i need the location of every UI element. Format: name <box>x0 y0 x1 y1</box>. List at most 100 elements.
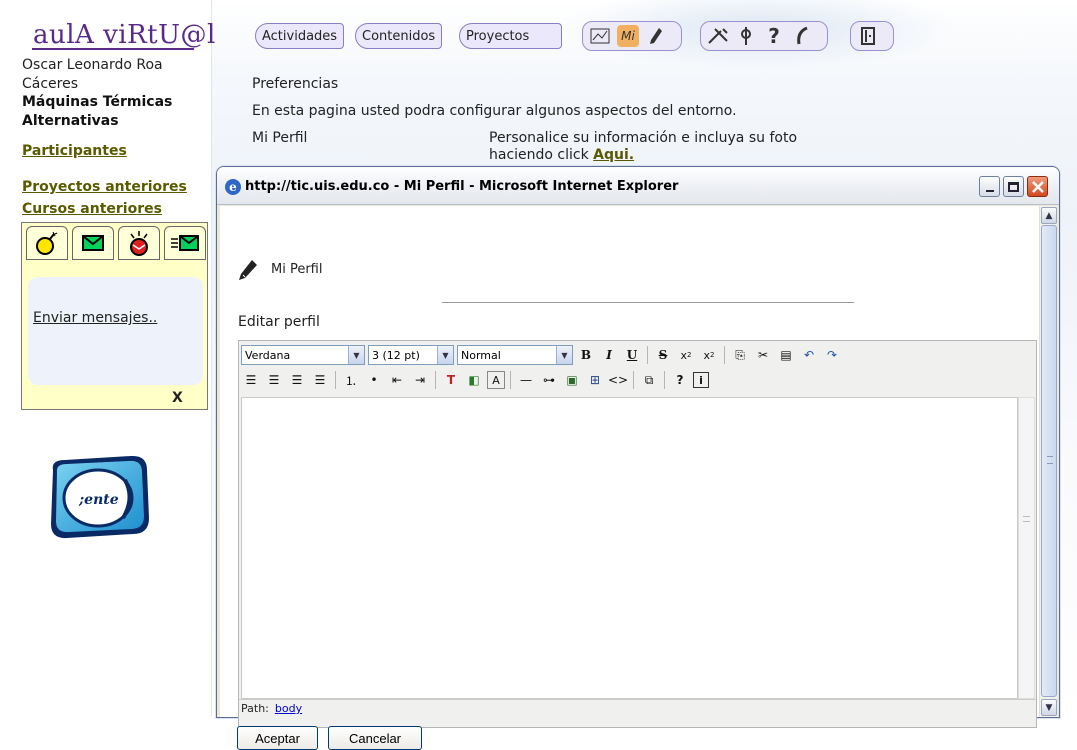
underline-button[interactable]: U <box>622 345 642 365</box>
profile-note-text: Personalice su información e incluya su … <box>489 130 798 163</box>
html-source-icon[interactable]: <> <box>608 370 628 390</box>
previous-projects-link[interactable]: Proyectos anteriores <box>22 179 187 195</box>
indent-icon[interactable]: ⇥ <box>410 370 430 390</box>
editor-scrollbar[interactable] <box>1018 397 1035 699</box>
pencil-icon[interactable] <box>645 25 667 47</box>
alerts-tab[interactable] <box>118 226 160 260</box>
minimize-button[interactable] <box>979 176 1000 197</box>
close-icon <box>1031 180 1044 193</box>
link-icon[interactable]: ⊶ <box>539 370 559 390</box>
superscript-button[interactable]: x2 <box>699 345 719 365</box>
font-family-value: Verdana <box>245 348 291 362</box>
block-format-value: Normal <box>461 348 501 362</box>
redo-icon[interactable]: ↷ <box>822 345 842 365</box>
user-name: Oscar Leonardo Roa Cáceres <box>22 57 163 92</box>
toolbar-separator <box>724 346 725 364</box>
align-center-icon[interactable]: ☰ <box>264 370 284 390</box>
gente-logo[interactable]: ;ente <box>43 452 155 542</box>
tools-group: ? <box>700 21 828 51</box>
help-icon[interactable]: ? <box>670 370 690 390</box>
window-title-bar[interactable]: e http://tic.uis.edu.co - Mi Perfil - Mi… <box>217 167 1059 205</box>
editor-text-area[interactable] <box>241 397 1018 699</box>
edit-profile-label: Editar perfil <box>238 314 320 330</box>
cut-icon[interactable]: ✂ <box>753 345 773 365</box>
tab-actividades[interactable]: Actividades <box>255 23 345 49</box>
close-window-button[interactable] <box>1027 176 1048 197</box>
bomb-tab[interactable] <box>26 226 68 260</box>
profile-here-link[interactable]: Aqui. <box>593 147 634 163</box>
toolbar-separator <box>435 371 436 389</box>
font-size-select[interactable]: 3 (12 pt) ▼ <box>368 345 454 365</box>
profile-note: Personalice su información e incluya su … <box>489 130 849 164</box>
copy-icon[interactable]: ⎘ <box>730 345 750 365</box>
internet-explorer-icon: e <box>225 179 241 195</box>
block-format-select[interactable]: Normal ▼ <box>457 345 573 365</box>
profile-heading: Mi Perfil <box>271 262 323 277</box>
dropdown-arrow-icon: ▼ <box>437 346 453 364</box>
paste-icon[interactable]: ▤ <box>776 345 796 365</box>
subscript-button[interactable]: x2 <box>676 345 696 365</box>
font-family-select[interactable]: Verdana ▼ <box>241 345 365 365</box>
tab-contenidos[interactable]: Contenidos <box>355 23 443 49</box>
font-color-icon[interactable]: A <box>487 371 505 389</box>
strikethrough-button[interactable]: S <box>653 345 673 365</box>
dropdown-arrow-icon: ▼ <box>348 346 364 364</box>
path-label: Path: <box>241 702 269 715</box>
alarm-envelope-icon <box>130 231 148 256</box>
editor-toolbar-row-1: Verdana ▼ 3 (12 pt) ▼ Normal ▼ B I U S x… <box>241 343 842 367</box>
mi-icon[interactable]: Mi <box>617 25 639 47</box>
svg-text:;ente: ;ente <box>78 492 119 508</box>
scroll-up-button[interactable]: ▲ <box>1041 207 1057 224</box>
text-color-icon[interactable]: T <box>441 370 461 390</box>
window-title: http://tic.uis.edu.co - Mi Perfil - Micr… <box>245 179 679 194</box>
undo-icon[interactable]: ↶ <box>799 345 819 365</box>
align-justify-icon[interactable]: ☰ <box>310 370 330 390</box>
pin-icon[interactable] <box>735 25 757 47</box>
italic-button[interactable]: I <box>599 345 619 365</box>
tools-icon[interactable] <box>707 25 729 47</box>
envelope-icon <box>82 235 104 251</box>
table-icon[interactable]: ⊞ <box>585 370 605 390</box>
maximize-button[interactable] <box>1003 176 1024 197</box>
tab-label: Proyectos <box>466 28 530 44</box>
image-icon[interactable]: ▣ <box>562 370 582 390</box>
minimize-icon <box>985 189 994 192</box>
popup-editor-icon[interactable]: ⧉ <box>639 370 659 390</box>
profile-label: Mi Perfil <box>252 130 308 146</box>
align-left-icon[interactable]: ☰ <box>241 370 261 390</box>
align-right-icon[interactable]: ☰ <box>287 370 307 390</box>
horizontal-rule-icon[interactable]: — <box>516 370 536 390</box>
cancel-button[interactable]: Cancelar <box>328 726 422 750</box>
scroll-down-button[interactable]: ▼ <box>1041 699 1057 716</box>
chart-icon[interactable] <box>589 25 611 47</box>
phone-icon[interactable] <box>791 25 813 47</box>
inbox-tab[interactable] <box>72 226 114 260</box>
dropdown-arrow-icon: ▼ <box>556 346 572 364</box>
scroll-thumb[interactable] <box>1041 225 1057 697</box>
popup-content: Mi Perfil Editar perfil Verdana ▼ 3 (12 … <box>220 206 1039 750</box>
path-body-link[interactable]: body <box>275 702 302 715</box>
close-widget-button[interactable]: X <box>172 390 183 406</box>
maximize-icon <box>1008 181 1019 192</box>
site-logo-underline <box>32 48 194 50</box>
outdent-icon[interactable]: ⇤ <box>387 370 407 390</box>
toolbar-separator <box>647 346 648 364</box>
sent-tab[interactable] <box>164 226 206 260</box>
bold-button[interactable]: B <box>576 345 596 365</box>
editor-path-bar: Path: body <box>239 699 1036 717</box>
ordered-list-icon[interactable]: ⒈ <box>341 370 361 390</box>
help-icon[interactable]: ? <box>763 24 785 48</box>
send-messages-link[interactable]: Enviar mensajes.. <box>33 310 157 326</box>
background-color-icon[interactable]: ◧ <box>464 370 484 390</box>
participants-link[interactable]: Participantes <box>22 143 127 159</box>
unordered-list-icon[interactable]: • <box>364 370 384 390</box>
exit-door-icon[interactable] <box>857 25 879 47</box>
accept-button[interactable]: Aceptar <box>237 726 318 750</box>
about-icon[interactable]: i <box>693 372 709 388</box>
messages-panel <box>28 277 203 385</box>
tab-proyectos[interactable]: Proyectos <box>459 23 562 49</box>
toolbar-separator <box>664 371 665 389</box>
previous-courses-link[interactable]: Cursos anteriores <box>22 201 162 217</box>
window-scrollbar[interactable]: ▲ ▼ <box>1039 206 1057 717</box>
site-logo[interactable]: aulA viRtU@l <box>33 22 216 48</box>
